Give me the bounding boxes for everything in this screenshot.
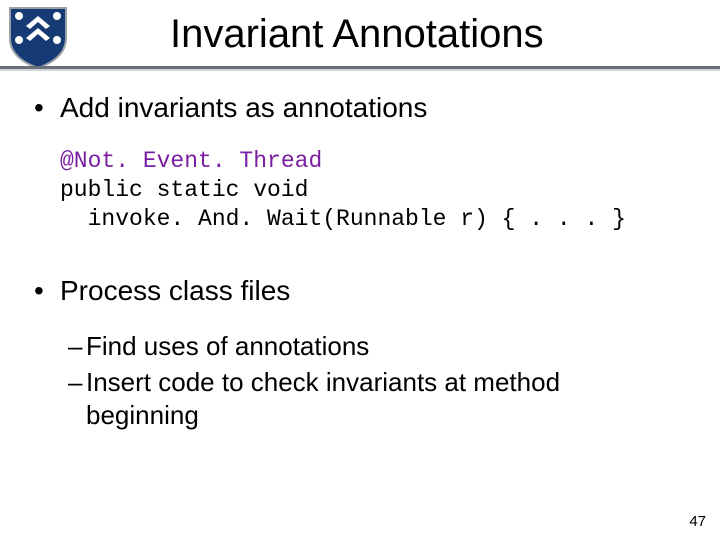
slide-body: Add invariants as annotations @Not. Even… — [34, 90, 674, 434]
bullet-text: Process class files — [60, 275, 290, 306]
code-sample: @Not. Event. Thread public static void i… — [60, 147, 674, 233]
sub-bullet-text: Insert code to check invariants at metho… — [86, 367, 560, 430]
bullet-text: Add invariants as annotations — [60, 92, 427, 123]
sub-bullet-text: Find uses of annotations — [86, 331, 369, 361]
slide: Invariant Annotations Add invariants as … — [0, 0, 720, 540]
dash-icon: – — [68, 366, 86, 399]
code-line-2: public static void — [60, 177, 308, 203]
code-line-3: invoke. And. Wait(Runnable r) { . . . } — [60, 206, 626, 232]
header-rule-light — [0, 69, 720, 71]
page-number: 47 — [689, 513, 706, 530]
bullet-add-invariants: Add invariants as annotations — [34, 90, 674, 125]
sub-bullet-insert-code: –Insert code to check invariants at meth… — [86, 366, 674, 433]
slide-header: Invariant Annotations — [0, 0, 720, 72]
sub-bullet-find-uses: –Find uses of annotations — [86, 330, 674, 363]
shield-logo-icon — [6, 4, 70, 70]
bullet-process-class-files: Process class files — [34, 273, 674, 308]
dash-icon: – — [68, 330, 86, 363]
slide-title: Invariant Annotations — [170, 12, 544, 57]
code-annotation-line: @Not. Event. Thread — [60, 148, 322, 174]
